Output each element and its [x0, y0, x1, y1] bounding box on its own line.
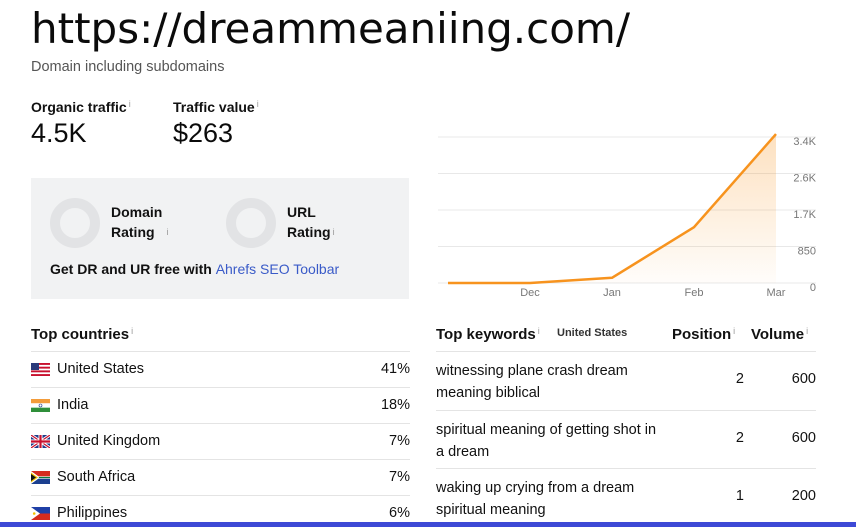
organic-traffic-value: 4.5K	[31, 118, 87, 148]
za-flag-icon	[31, 471, 50, 484]
x-tick-label: Mar	[767, 287, 786, 299]
us-flag-icon	[31, 363, 50, 376]
x-tick-label: Jan	[603, 287, 621, 299]
country-row[interactable]: South Africa 7%	[31, 459, 410, 495]
rating-panel: Domain Rating i URL Rating i Get DR and U…	[31, 178, 409, 299]
top-keywords-title: Top keywords i	[436, 326, 540, 343]
country-row[interactable]: United States 41%	[31, 351, 410, 387]
keyword-volume: 200	[791, 488, 816, 504]
country-name: South Africa	[57, 469, 136, 485]
traffic-area	[448, 134, 776, 283]
country-row[interactable]: India 18%	[31, 387, 410, 423]
toolbar-cta: Get DR and UR free with Ahrefs SEO Toolb…	[50, 261, 340, 277]
y-tick-label: 3.4K	[793, 136, 816, 148]
info-icon[interactable]: i	[538, 326, 540, 336]
keyword-text[interactable]: spiritual meaning of getting shot in a d…	[436, 419, 666, 463]
y-tick-label: 1.7K	[793, 209, 816, 221]
y-tick-label: 0	[810, 282, 816, 294]
keyword-volume: 600	[791, 430, 816, 446]
domain-scope-subtitle: Domain including subdomains	[31, 59, 225, 75]
keywords-country-label: United States	[557, 327, 628, 339]
info-icon[interactable]: i	[257, 99, 259, 109]
y-tick-label: 2.6K	[793, 173, 816, 185]
ph-flag-icon	[31, 507, 50, 520]
gb-flag-icon	[31, 435, 50, 448]
y-tick-label: 850	[798, 246, 816, 258]
info-icon[interactable]: i	[733, 326, 735, 336]
keyword-position: 2	[735, 371, 744, 387]
keyword-position: 2	[735, 430, 744, 446]
url-rating-ring-icon	[226, 198, 276, 248]
keyword-row[interactable]: witnessing plane crash dream meaning bib…	[436, 351, 816, 410]
country-name: India	[57, 397, 89, 413]
info-icon[interactable]: i	[806, 326, 808, 336]
bottom-scrollbar[interactable]	[0, 522, 856, 527]
country-share: 18%	[380, 397, 410, 413]
keyword-text[interactable]: waking up crying from a dream spiritual …	[436, 477, 666, 521]
country-share: 41%	[380, 361, 410, 377]
x-tick-label: Feb	[685, 287, 704, 299]
organic-traffic-label: Organic traffic	[31, 99, 127, 115]
keyword-position: 1	[735, 488, 744, 504]
country-share: 7%	[389, 469, 410, 485]
country-name: United States	[57, 361, 145, 377]
domain-rating-ring-icon	[50, 198, 100, 248]
info-icon[interactable]: i	[166, 227, 168, 237]
traffic-value-metric: Traffic value i $263	[173, 99, 259, 149]
keyword-row[interactable]: waking up crying from a dream spiritual …	[436, 468, 816, 527]
info-icon[interactable]: i	[333, 227, 335, 237]
country-share: 6%	[389, 505, 410, 521]
keyword-text[interactable]: witnessing plane crash dream meaning bib…	[436, 360, 666, 404]
country-row[interactable]: United Kingdom 7%	[31, 423, 410, 459]
url-rating-label: URL Rating i	[287, 204, 335, 240]
traffic-value-value: $263	[173, 118, 234, 148]
country-name: Philippines	[57, 505, 128, 521]
keyword-row[interactable]: spiritual meaning of getting shot in a d…	[436, 410, 816, 469]
in-flag-icon	[31, 399, 50, 412]
position-column-header[interactable]: Position i	[672, 326, 735, 343]
ahrefs-toolbar-link[interactable]: Ahrefs SEO Toolbar	[216, 261, 339, 277]
domain-rating-label: Domain Rating i	[111, 204, 169, 240]
organic-traffic-metric: Organic traffic i 4.5K	[31, 99, 131, 149]
keyword-volume: 600	[791, 371, 816, 387]
country-name: United Kingdom	[57, 433, 161, 449]
country-share: 7%	[389, 433, 410, 449]
info-icon[interactable]: i	[129, 99, 131, 109]
volume-column-header[interactable]: Volume i	[751, 326, 808, 343]
traffic-value-label: Traffic value	[173, 99, 255, 115]
x-tick-label: Dec	[520, 287, 540, 299]
info-icon[interactable]: i	[131, 326, 133, 336]
top-countries-title: Top countries i	[31, 326, 134, 343]
domain-url: https://dreammeaniing.com/	[31, 4, 630, 53]
traffic-chart: 3.4K 2.6K 1.7K 850 0 Dec Jan Feb Mar	[438, 133, 817, 299]
